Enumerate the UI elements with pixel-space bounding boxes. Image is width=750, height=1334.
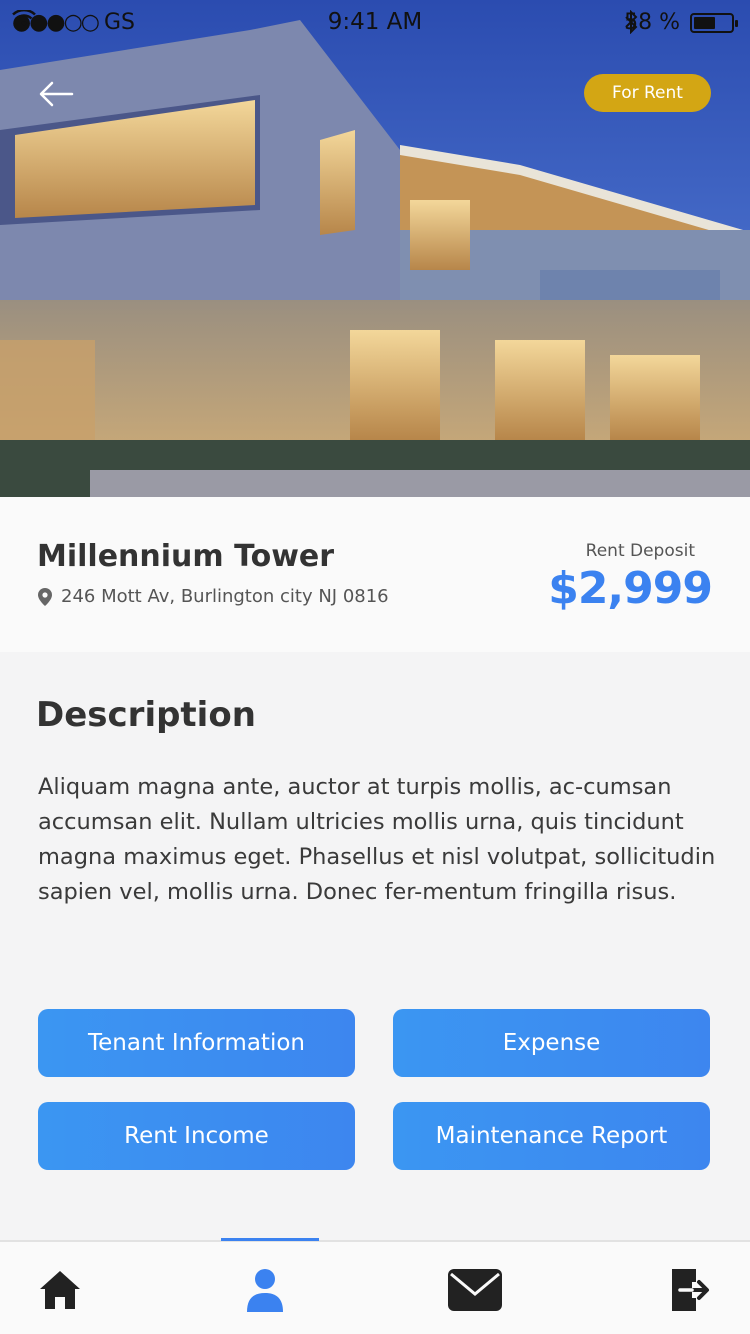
bottom-nav xyxy=(0,1240,750,1334)
battery-icon xyxy=(690,12,738,33)
arrow-left-icon xyxy=(39,81,74,107)
rent-income-button[interactable]: Rent Income xyxy=(38,1102,355,1170)
expense-button[interactable]: Expense xyxy=(393,1009,710,1077)
property-address: 246 Mott Av, Burlington city NJ 0816 xyxy=(37,586,389,607)
status-right: 58 % xyxy=(624,10,738,35)
description-text: Aliquam magna ante, auctor at turpis mol… xyxy=(38,774,716,905)
logout-icon xyxy=(672,1269,709,1311)
maintenance-report-button[interactable]: Maintenance Report xyxy=(393,1102,710,1170)
tenant-information-button[interactable]: Tenant Information xyxy=(38,1009,355,1077)
address-text: 246 Mott Av, Burlington city NJ 0816 xyxy=(61,586,389,607)
battery-level xyxy=(694,16,715,29)
bluetooth-icon xyxy=(625,10,638,34)
nav-logout[interactable] xyxy=(660,1260,720,1320)
deposit-label: Rent Deposit xyxy=(585,541,695,561)
mail-icon xyxy=(448,1269,502,1311)
property-photo: ●●●○○ GS 9:41 AM 58 % For Rent xyxy=(0,0,750,497)
nav-profile[interactable] xyxy=(235,1260,295,1320)
nav-messages[interactable] xyxy=(445,1260,505,1320)
user-icon xyxy=(247,1269,283,1312)
property-summary: Millennium Tower 246 Mott Av, Burlington… xyxy=(0,497,750,652)
back-button[interactable] xyxy=(36,76,80,112)
status-bar: ●●●○○ GS 9:41 AM 58 % xyxy=(0,0,750,48)
home-icon xyxy=(40,1271,80,1309)
description-heading: Description xyxy=(36,695,256,735)
nav-active-indicator xyxy=(221,1238,319,1241)
nav-home[interactable] xyxy=(30,1260,90,1320)
property-name: Millennium Tower xyxy=(37,539,335,574)
location-pin-icon xyxy=(38,587,52,606)
listing-type-badge: For Rent xyxy=(584,74,711,112)
deposit-price: $2,999 xyxy=(548,563,713,614)
